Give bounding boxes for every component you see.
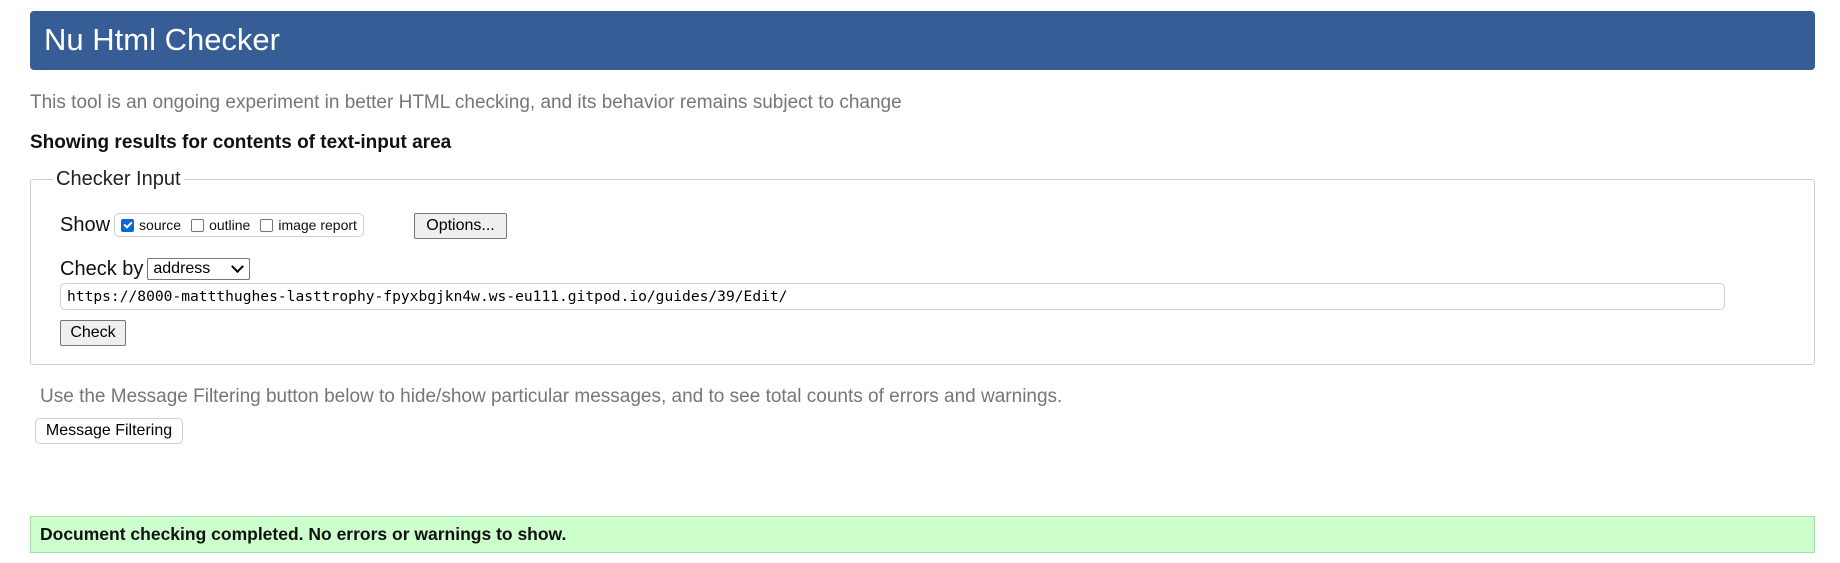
show-source-option[interactable]: source [121, 217, 181, 233]
url-input[interactable]: https://8000-mattthughes-lasttrophy-fpyx… [60, 283, 1725, 310]
source-checkbox[interactable] [121, 218, 135, 232]
check-button[interactable]: Check [60, 320, 126, 346]
check-by-label: Check by [60, 257, 144, 280]
message-filtering-note: Use the Message Filtering button below t… [40, 386, 1063, 407]
check-by-select[interactable]: address [147, 258, 251, 280]
page-title: Nu Html Checker [44, 22, 280, 57]
header-banner: Nu Html Checker [30, 11, 1815, 70]
check-by-selected-value: address [153, 260, 211, 277]
show-options-row: Show source outline image report [60, 211, 364, 239]
intro-text: This tool is an ongoing experiment in be… [30, 92, 902, 113]
source-option-label: source [139, 217, 182, 233]
check-by-row: Check by address [60, 256, 251, 282]
chevron-down-icon [231, 259, 245, 273]
show-options-group: source outline image report [114, 213, 364, 237]
show-label: Show [60, 213, 111, 236]
image-report-checkbox[interactable] [260, 218, 274, 232]
checker-input-fieldset: Checker Input [30, 169, 1815, 365]
image-report-option-label: image report [278, 217, 357, 233]
page: Nu Html Checker This tool is an ongoing … [0, 0, 1840, 563]
show-outline-option[interactable]: outline [191, 217, 250, 233]
status-message: Document checking completed. No errors o… [30, 516, 1815, 553]
options-button[interactable]: Options... [414, 213, 507, 239]
outline-checkbox[interactable] [191, 218, 205, 232]
show-image-report-option[interactable]: image report [260, 217, 357, 233]
checker-input-legend: Checker Input [56, 168, 181, 190]
outline-option-label: outline [209, 217, 251, 233]
results-heading: Showing results for contents of text-inp… [30, 132, 452, 153]
message-filtering-button[interactable]: Message Filtering [35, 418, 183, 444]
